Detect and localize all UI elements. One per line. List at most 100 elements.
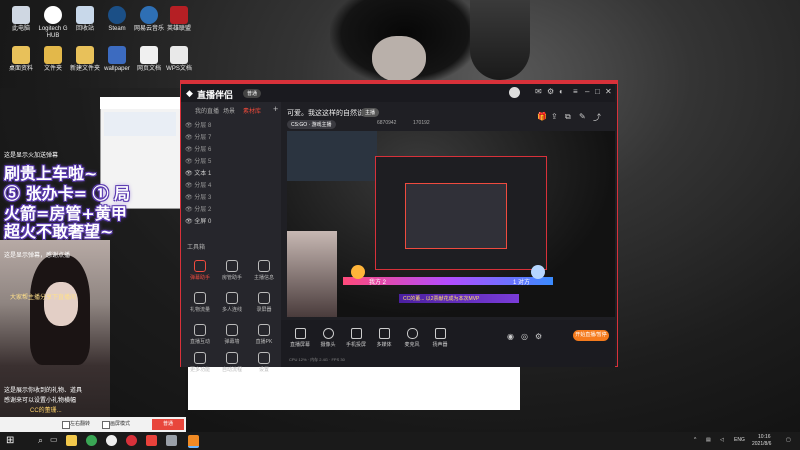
minimize-icon[interactable]: – (585, 87, 589, 96)
skin-icon[interactable]: ◐ (559, 87, 564, 96)
version-pill[interactable]: 普通 (243, 89, 262, 98)
stream-preview[interactable]: 我方 2 1 对方 CC的董... 以2票献花成为本次MVP (287, 131, 615, 317)
app-sidebar: 我的直播 场景 素材库 + 👁 分层 8 👁 分层 7 👁 分层 6 👁 分层 … (181, 102, 281, 373)
app-taskbar-icon[interactable] (146, 435, 157, 446)
wallpaper-figure-face (372, 36, 426, 82)
file-explorer-taskbar-icon[interactable] (66, 435, 77, 446)
record-icon (258, 292, 270, 304)
layer-item[interactable]: 👁 分层 8 (185, 120, 277, 132)
document-icon (140, 46, 158, 64)
clock-date[interactable]: 2021/8/6 (752, 441, 771, 447)
avatar[interactable] (509, 87, 520, 98)
overlay-chat-bottom-1: 这是展示你收到的礼物、道具 (4, 388, 83, 394)
tool-more[interactable]: 更多功能 (187, 352, 213, 373)
menu-icon[interactable]: ≡ (573, 87, 578, 96)
info-icon (258, 260, 270, 272)
app-logo-icon: ◆ (186, 88, 193, 98)
desktop-icon-wps[interactable]: WPS文档 (162, 46, 196, 73)
tool-settings[interactable]: 设置 (251, 352, 277, 373)
mvp-banner-text: CC的董... 以2票献花成为本次MVP (403, 296, 480, 302)
stream-title[interactable]: 可爱。我这这样的自然说 (287, 108, 364, 118)
notification-icon[interactable]: ▢ (786, 437, 791, 443)
gift-icon[interactable]: 🎁 (537, 112, 547, 121)
tool-pk[interactable]: 直播PK (251, 324, 277, 345)
layer-item[interactable]: 👁 分层 2 (185, 204, 277, 216)
volume-icon[interactable]: ◁ (720, 437, 724, 443)
share-icon[interactable]: ⇪ (551, 112, 558, 121)
bottom-tool-camera[interactable]: 摄像头 (315, 328, 341, 348)
edit-icon[interactable]: ✎ (579, 112, 586, 121)
start-stream-button[interactable]: 开始直播/暂停 (573, 330, 609, 341)
desktop-icon-steam[interactable]: Steam (100, 6, 134, 33)
user-icon (226, 260, 238, 272)
windows-start-icon[interactable]: ⊞ (6, 435, 14, 446)
tray-up-icon[interactable]: ^ (694, 437, 696, 443)
tool-multi-link[interactable]: 多人连线 (219, 292, 245, 313)
desktop-icon-recycle-bin[interactable]: 回收站 (68, 6, 102, 33)
steam-icon (108, 6, 126, 24)
tool-auto[interactable]: 自动流程 (219, 352, 245, 373)
desktop-icon-wallpaper[interactable]: wallpaper (100, 46, 134, 73)
tab-scene[interactable]: 场景 (223, 106, 235, 115)
flip-checkbox[interactable] (62, 421, 70, 429)
app-taskbar-icon[interactable] (106, 435, 117, 446)
layer-item[interactable]: 👁 分层 5 (185, 156, 277, 168)
add-icon[interactable]: + (273, 104, 278, 114)
tool-gifts[interactable]: 礼物流量 (187, 292, 213, 313)
layer-item[interactable]: 👁 全屏 0 (185, 216, 277, 228)
app-taskbar-icon[interactable] (166, 435, 177, 446)
stat-views: 6870942 (377, 120, 397, 126)
settings-icon[interactable]: ⚙ (547, 87, 554, 96)
bottom-tool-mic[interactable]: 麦克风 (399, 328, 425, 348)
layer-item[interactable]: 👁 分层 4 (185, 180, 277, 192)
share-link-icon[interactable]: ⤴ (593, 112, 601, 123)
desktop-icon-ghub[interactable]: Logitech G HUB (36, 6, 70, 40)
layer-item[interactable]: 👁 分层 6 (185, 144, 277, 156)
app-icon (108, 46, 126, 64)
maximize-icon[interactable]: □ (595, 87, 600, 96)
streaming-app-taskbar-icon[interactable] (188, 435, 199, 448)
screen-mode-checkbox[interactable] (102, 421, 110, 429)
desktop-icon-folder-2[interactable]: 文件夹 (36, 46, 70, 73)
camera-toggle-icon[interactable]: ◎ (521, 332, 528, 341)
task-view-icon[interactable]: ▭ (50, 435, 58, 444)
settings-gear-icon[interactable]: ⚙ (535, 332, 542, 341)
streaming-app-window[interactable]: ◆ 直播伴侣 普通 ✉ ⚙ ◐ ≡ – □ ✕ 我的直播 场景 素材库 + 👁 … (180, 80, 618, 373)
tool-host-info[interactable]: 主播信息 (251, 260, 277, 281)
close-icon[interactable]: ✕ (605, 87, 612, 96)
desktop-icon-doc[interactable]: 网页文档 (132, 46, 166, 73)
app-taskbar-icon[interactable] (86, 435, 97, 446)
tool-interaction[interactable]: 直播互动 (187, 324, 213, 345)
desktop-icon-folder-1[interactable]: 桌面资料 (4, 46, 38, 73)
bottom-tool-speaker[interactable]: 扬声器 (427, 328, 453, 348)
bottom-tool-media[interactable]: 多媒体 (371, 328, 397, 348)
app-taskbar-icon[interactable] (126, 435, 137, 446)
link-icon (226, 292, 238, 304)
tab-my-stream[interactable]: 我的直播 (195, 106, 219, 115)
record-icon[interactable]: ◉ (507, 332, 514, 341)
layer-item[interactable]: 👁 文本 1 (185, 168, 277, 180)
tool-recorder[interactable]: 录屏器 (251, 292, 277, 313)
overlay-text-line-4: 超火不敢奢望~ (4, 222, 114, 241)
layer-item[interactable]: 👁 分层 3 (185, 192, 277, 204)
tab-assets[interactable]: 素材库 (243, 106, 261, 115)
room-category[interactable]: CS:GO · 游戏主播 (287, 120, 336, 129)
overlay-action-button[interactable]: 普通 (152, 419, 184, 430)
bottom-tool-screen[interactable]: 直播屏幕 (287, 328, 313, 348)
desktop-icon-lol[interactable]: 英雄联盟 (162, 6, 196, 33)
copy-icon[interactable]: ⧉ (565, 112, 571, 122)
search-icon[interactable]: ⌕ (38, 435, 43, 446)
desktop-icon-folder-3[interactable]: 新建文件夹 (68, 46, 102, 73)
desktop-icon-this-pc[interactable]: 此电脑 (4, 6, 38, 33)
clock-time[interactable]: 10:16 (758, 434, 771, 440)
layer-item[interactable]: 👁 分层 7 (185, 132, 277, 144)
tool-danmaku[interactable]: 弹幕助手 (187, 260, 213, 281)
explorer-toolbar[interactable] (104, 112, 176, 136)
message-icon[interactable]: ✉ (535, 87, 542, 96)
desktop-icon-netease[interactable]: 网易云音乐 (132, 6, 166, 33)
bottom-tool-phone[interactable]: 手机投屏 (343, 328, 369, 348)
language-indicator[interactable]: ENG (734, 437, 745, 443)
network-icon[interactable]: ▤ (706, 437, 711, 443)
tool-room-manager[interactable]: 房管助手 (219, 260, 245, 281)
tool-danmaku-wall[interactable]: 弹幕墙 (219, 324, 245, 345)
